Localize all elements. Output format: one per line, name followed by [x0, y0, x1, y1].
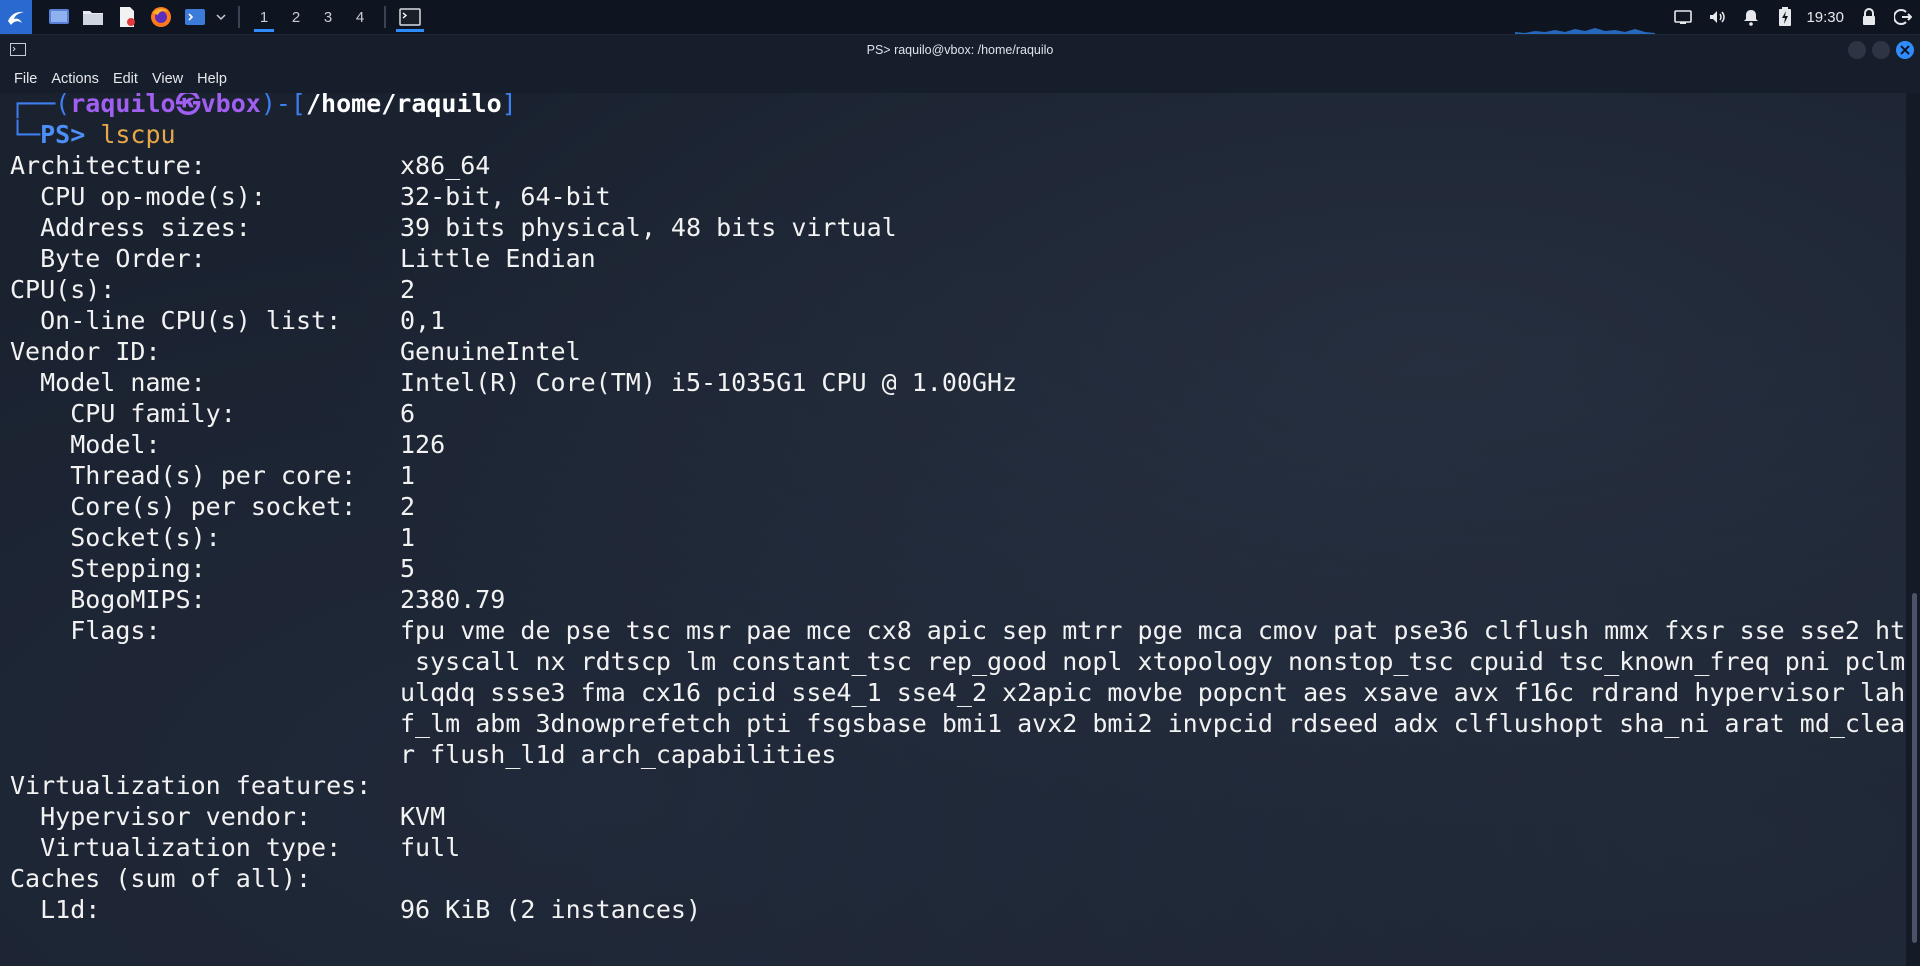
field-label: L1d:: [10, 895, 101, 924]
workspace-2[interactable]: 2: [282, 2, 310, 32]
field-label: Thread(s) per core:: [10, 461, 357, 490]
scrollbar[interactable]: [1906, 93, 1920, 966]
field-value: 2: [400, 275, 416, 304]
prompt-line: ┌──(raquilo㉿vbox)-[/home/raquilo]: [10, 93, 517, 119]
field-label: Architecture:: [10, 151, 206, 180]
taskbar: 1 2 3 4 19:30: [0, 0, 1920, 35]
field-value: full: [400, 833, 461, 862]
field-label: Caches (sum of all):: [10, 864, 312, 893]
prompt-ps: PS>: [40, 120, 86, 149]
field-label: CPU op-mode(s):: [10, 182, 266, 211]
flags-line: syscall nx rdtscp lm constant_tsc rep_go…: [400, 647, 1906, 676]
display-icon[interactable]: [1672, 6, 1694, 28]
field-label: Virtualization type:: [10, 833, 342, 862]
field-value: 6: [400, 399, 416, 428]
terminal-icon: [399, 8, 421, 26]
field-value: 39 bits physical, 48 bits virtual: [400, 213, 897, 242]
terminal-launcher-icon[interactable]: [183, 5, 207, 29]
field-value: KVM: [400, 802, 446, 831]
field-label: Model name:: [10, 368, 206, 397]
prompt-host: vbox: [200, 93, 261, 118]
field-label: Model:: [10, 430, 161, 459]
battery-icon[interactable]: [1774, 6, 1796, 28]
field-value: 32-bit, 64-bit: [400, 182, 611, 211]
close-button[interactable]: [1896, 41, 1914, 59]
field-value: GenuineIntel: [400, 337, 581, 366]
logout-icon[interactable]: [1892, 6, 1914, 28]
workspace-1[interactable]: 1: [250, 2, 278, 32]
menu-view[interactable]: View: [152, 71, 183, 87]
menu-edit[interactable]: Edit: [113, 71, 138, 87]
window-title: PS> raquilo@vbox: /home/raquilo: [866, 43, 1054, 57]
flags-line: ulqdq ssse3 fma cx16 pcid sse4_1 sse4_2 …: [400, 678, 1906, 707]
text-editor-icon[interactable]: [115, 5, 139, 29]
volume-icon[interactable]: [1706, 6, 1728, 28]
field-label: Stepping:: [10, 554, 206, 583]
field-value: 1: [400, 523, 416, 552]
taskbar-separator: [384, 6, 386, 28]
field-label: Address sizes:: [10, 213, 251, 242]
clock[interactable]: 19:30: [1806, 9, 1844, 26]
desktop-icon[interactable]: [47, 5, 71, 29]
field-value: 2380.79: [400, 585, 506, 614]
field-value: x86_64: [400, 151, 491, 180]
field-label: Vendor ID:: [10, 337, 161, 366]
lock-icon[interactable]: [1858, 6, 1880, 28]
maximize-button[interactable]: [1872, 41, 1890, 59]
chevron-down-icon[interactable]: [214, 5, 228, 29]
field-label: CPU(s):: [10, 275, 116, 304]
menu-help[interactable]: Help: [197, 71, 227, 87]
flags-line: fpu vme de pse tsc msr pae mce cx8 apic …: [400, 616, 1906, 645]
file-manager-icon[interactable]: [81, 5, 105, 29]
field-label: Flags:: [10, 616, 161, 645]
kali-dragon-icon: [8, 11, 24, 25]
menu-file[interactable]: File: [14, 71, 37, 87]
field-value: 5: [400, 554, 416, 583]
window-titlebar[interactable]: PS> raquilo@vbox: /home/raquilo: [0, 35, 1920, 65]
menu-actions[interactable]: Actions: [51, 71, 99, 87]
firefox-icon[interactable]: [149, 5, 173, 29]
field-label: On-line CPU(s) list:: [10, 306, 342, 335]
flags-line: r flush_l1d arch_capabilities: [400, 740, 837, 769]
terminal-window: PS> raquilo@vbox: /home/raquilo File Act…: [0, 35, 1920, 966]
field-value: Little Endian: [400, 244, 596, 273]
menubar: File Actions Edit View Help: [0, 65, 1920, 93]
prompt-user: raquilo: [70, 93, 176, 118]
field-value: Intel(R) Core(TM) i5-1035G1 CPU @ 1.00GH…: [400, 368, 1018, 397]
field-value: 2: [400, 492, 416, 521]
field-value: 96 KiB (2 instances): [400, 895, 702, 924]
command-text: lscpu: [100, 120, 176, 149]
prompt-path: /home/raquilo: [305, 93, 502, 118]
command-line: └─PS> lscpu: [10, 120, 176, 149]
bell-icon[interactable]: [1740, 6, 1762, 28]
workspace-4[interactable]: 4: [346, 2, 374, 32]
close-icon: [1900, 45, 1910, 55]
minimize-button[interactable]: [1848, 41, 1866, 59]
field-value: 0,1: [400, 306, 446, 335]
field-label: Hypervisor vendor:: [10, 802, 312, 831]
taskbar-separator: [238, 6, 240, 28]
cpu-graph: [1515, 28, 1655, 34]
field-label: Byte Order:: [10, 244, 206, 273]
field-label: BogoMIPS:: [10, 585, 206, 614]
scrollbar-thumb[interactable]: [1912, 593, 1917, 943]
terminal-output[interactable]: ┌──(raquilo㉿vbox)-[/home/raquilo] └─PS> …: [0, 93, 1906, 966]
kali-menu-button[interactable]: [0, 0, 32, 34]
workspace-3[interactable]: 3: [314, 2, 342, 32]
field-value: 126: [400, 430, 446, 459]
task-terminal-window[interactable]: [394, 2, 426, 32]
field-label: CPU family:: [10, 399, 236, 428]
field-label: Socket(s):: [10, 523, 221, 552]
field-value: 1: [400, 461, 416, 490]
field-label: Virtualization features:: [10, 771, 372, 800]
flags-line: f_lm abm 3dnowprefetch pti fsgsbase bmi1…: [400, 709, 1906, 738]
field-label: Core(s) per socket:: [10, 492, 357, 521]
